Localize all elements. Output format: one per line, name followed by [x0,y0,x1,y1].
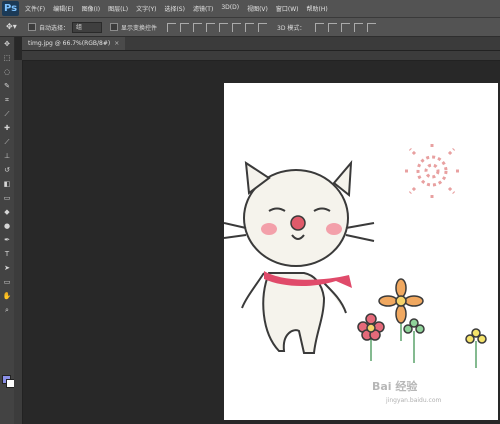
horizontal-ruler [22,51,500,61]
menu-window[interactable]: 窗口(W) [276,4,299,13]
auto-select-label: 自动选择： [39,24,70,32]
pen-icon[interactable]: ✒ [0,233,14,247]
cat-illustration [241,160,353,354]
menu-layer[interactable]: 图层(L) [108,4,128,13]
3d-scale-icon[interactable] [367,22,377,32]
align-middle-icon[interactable] [180,22,190,32]
distribute-center-icon[interactable] [258,22,268,32]
menu-type[interactable]: 文字(Y) [136,4,156,13]
crop-icon[interactable]: ⌗ [0,93,14,107]
menu-image[interactable]: 图像(I) [82,4,100,13]
clone-stamp-icon[interactable]: ⊥ [0,149,14,163]
3d-rotate-icon[interactable] [315,22,325,32]
show-transform-label: 显示变换控件 [121,24,158,32]
menu-file[interactable]: 文件(F) [25,4,45,13]
3d-mode-buttons [315,22,380,32]
rectangle-icon[interactable]: ▭ [0,275,14,289]
align-left-icon[interactable] [206,22,216,32]
zoom-icon[interactable]: ⌕ [0,303,14,317]
cat-cheek-right [326,223,342,235]
align-buttons [167,22,271,32]
eraser-icon[interactable]: ◧ [0,177,14,191]
align-top-icon[interactable] [167,22,177,32]
align-right-icon[interactable] [232,22,242,32]
cartoon-cat-image [223,141,487,368]
menu-3d[interactable]: 3D(D) [221,4,239,13]
history-brush-icon[interactable]: ↺ [0,163,14,177]
path-select-icon[interactable]: ➤ [0,261,14,275]
hand-icon[interactable]: ✋ [0,289,14,303]
sun-illustration [402,141,462,201]
quick-select-icon[interactable]: ✎ [0,79,14,93]
tools-panel: ✥ ⬚ ◌ ✎ ⌗ ⟋ ✚ ⟋ ⊥ ↺ ◧ ▭ ◆ ● ✒ T ➤ ▭ ✋ ⌕ [0,37,15,424]
3d-pan-icon[interactable] [341,22,351,32]
type-icon[interactable]: T [0,247,14,261]
cat-nose [290,215,306,231]
brush-icon[interactable]: ⟋ [0,135,14,149]
move-tool-icon[interactable]: ✥ [0,37,14,51]
3d-mode-label: 3D 模式： [277,24,306,32]
cat-cheek-left [261,223,277,235]
watermark-url: jingyan.baidu.com [386,397,442,404]
marquee-icon[interactable]: ⬚ [0,51,14,65]
blur-icon[interactable]: ◆ [0,205,14,219]
flowers-illustration [357,278,487,368]
dodge-icon[interactable]: ● [0,219,14,233]
menu-select[interactable]: 选择(S) [164,4,185,13]
close-tab-icon[interactable]: × [114,40,119,47]
watermark-brand: Bai 经验 [372,380,418,393]
menu-list: 文件(F) 编辑(E) 图像(I) 图层(L) 文字(Y) 选择(S) 滤镜(T… [25,4,336,13]
options-bar: ✥▾ 自动选择： 组 显示变换控件 3D 模式： [0,18,500,37]
document-canvas[interactable] [223,83,498,420]
vertical-ruler [14,60,23,424]
menu-bar: Ps 文件(F) 编辑(E) 图像(I) 图层(L) 文字(Y) 选择(S) 滤… [0,0,500,18]
eyedropper-icon[interactable]: ⟋ [0,107,14,121]
3d-roll-icon[interactable] [328,22,338,32]
align-center-icon[interactable] [219,22,229,32]
lasso-icon[interactable]: ◌ [0,65,14,79]
menu-view[interactable]: 视图(V) [247,4,268,13]
document-tabbar: timg.jpg @ 66.7%(RGB/8#) × [22,37,500,51]
menu-help[interactable]: 帮助(H) [307,4,328,13]
show-transform-checkbox[interactable] [110,23,119,31]
auto-select-checkbox[interactable] [28,23,36,31]
photoshop-logo: Ps [2,1,19,16]
gradient-icon[interactable]: ▭ [0,191,14,205]
menu-edit[interactable]: 编辑(E) [53,4,73,13]
menu-filter[interactable]: 滤镜(T) [193,4,213,13]
align-bottom-icon[interactable] [193,22,203,32]
move-tool-preset-icon[interactable]: ✥▾ [6,22,20,32]
auto-select-dropdown[interactable]: 组 [72,21,103,33]
healing-brush-icon[interactable]: ✚ [0,121,14,135]
3d-slide-icon[interactable] [354,22,364,32]
distribute-icon[interactable] [245,22,255,32]
document-tab[interactable]: timg.jpg @ 66.7%(RGB/8#) × [22,37,126,50]
document-tab-title: timg.jpg @ 66.7%(RGB/8#) [28,40,111,47]
